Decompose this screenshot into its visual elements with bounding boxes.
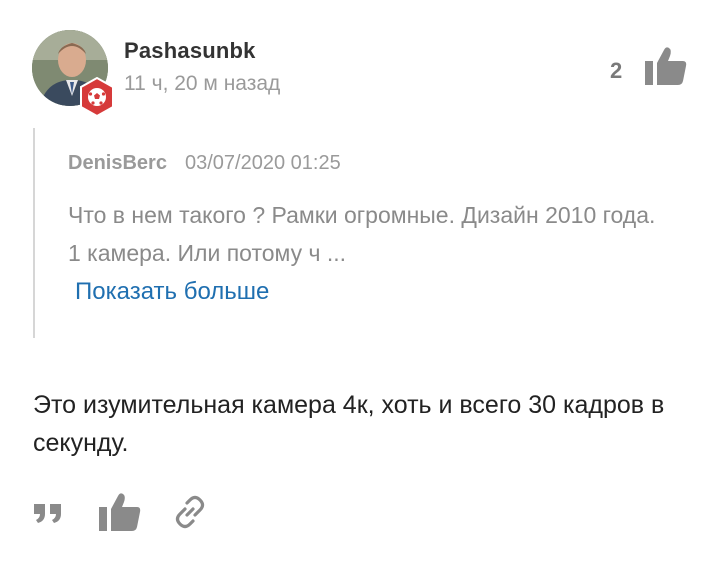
username[interactable]: Pashasunbk <box>124 38 256 64</box>
like-count: 2 <box>610 58 623 83</box>
like-button-icon[interactable] <box>98 492 142 532</box>
comment-body: Это изумительная камера 4к, хоть и всего… <box>33 391 665 457</box>
quote-date: 03/07/2020 01:25 <box>185 152 341 174</box>
comment-card: Pashasunbk 11 ч, 20 м назад 2 DenisBerc … <box>0 0 715 576</box>
reply-quote-icon[interactable] <box>32 502 64 524</box>
quote-author[interactable]: DenisBerc <box>68 152 167 175</box>
soccer-badge-icon <box>80 77 114 117</box>
avatar-container[interactable] <box>32 30 116 117</box>
quoted-comment: DenisBerc 03/07/2020 01:25 Что в нем так… <box>33 128 655 338</box>
quote-text: Что в нем такого ? Рамки огромные. Дизай… <box>68 202 656 266</box>
link-icon[interactable] <box>172 494 208 530</box>
timestamp: 11 ч, 20 м назад <box>124 72 281 95</box>
show-more-link[interactable]: Показать больше <box>75 278 269 306</box>
thumbs-up-icon[interactable] <box>644 46 688 86</box>
